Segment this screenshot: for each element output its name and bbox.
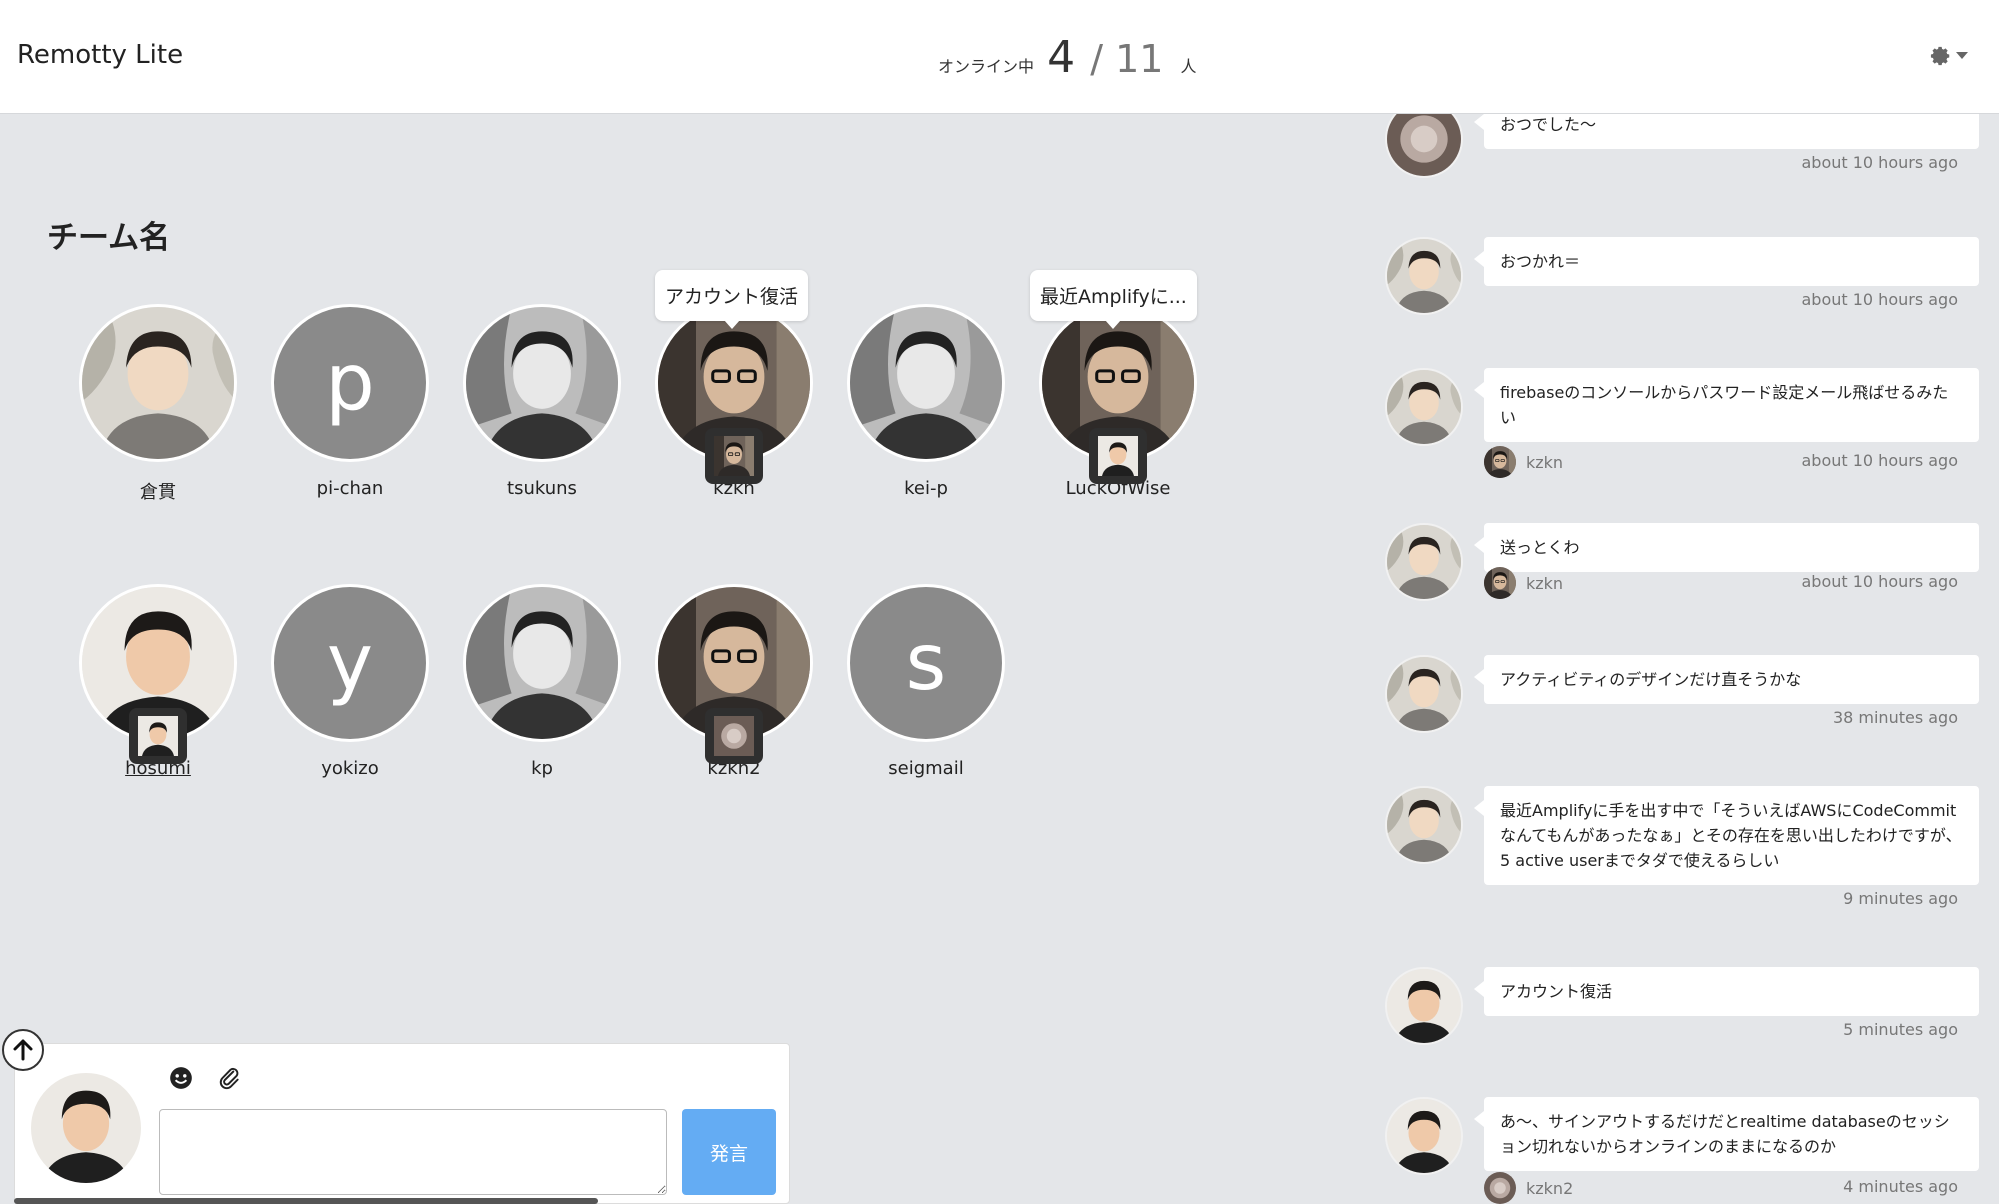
scroll-up-button[interactable] [2, 1029, 44, 1071]
message-composer: 発言 [14, 1043, 790, 1204]
message-meta: 38 minutes ago [1484, 703, 1958, 733]
avatar[interactable] [1385, 1097, 1463, 1175]
webcam-thumbnail [1089, 428, 1147, 484]
avatar[interactable] [1385, 786, 1463, 864]
avatar[interactable] [1385, 114, 1463, 178]
member-name: 倉貫 [140, 482, 176, 503]
member-name: kp [531, 758, 553, 779]
member-card[interactable]: kp [457, 584, 627, 779]
team-name: チーム名 [47, 220, 171, 256]
avatar[interactable] [1385, 368, 1463, 446]
member-card[interactable]: tsukuns [457, 304, 627, 499]
message-text: あ〜、サインアウトするだけだとrealtime databaseのセッション切れ… [1474, 1097, 1979, 1171]
message-meta: about 10 hours ago [1484, 148, 1958, 178]
avatar[interactable]: y [271, 584, 429, 742]
member-total: / 11 [1090, 37, 1164, 81]
member-card[interactable]: kei-p [841, 304, 1011, 499]
message-input[interactable] [159, 1109, 667, 1195]
activity-feed[interactable]: おつでした〜 about 10 hours ago おつかれ＝ about 10… [1380, 114, 1980, 1204]
member-card[interactable]: y yokizo [265, 584, 435, 779]
timestamp: about 10 hours ago [1801, 451, 1958, 470]
member-name: tsukuns [507, 478, 577, 499]
settings-menu-button[interactable] [1930, 42, 1976, 70]
send-button[interactable]: 発言 [682, 1109, 776, 1195]
message-text: おつかれ＝ [1474, 237, 1979, 286]
online-label: オンライン中 [938, 57, 1035, 76]
reply-user[interactable]: kzkn2 [1484, 1172, 1573, 1204]
reply-user-name: kzkn2 [1526, 1178, 1574, 1198]
avatar[interactable] [1385, 237, 1463, 315]
horizontal-scrollbar[interactable] [14, 1198, 598, 1204]
avatar [1484, 446, 1516, 478]
reply-user-name: kzkn [1526, 573, 1564, 593]
message-text: 最近Amplifyに手を出す中で「そういえばAWSにCodeCommitなんても… [1474, 786, 1979, 885]
member-card[interactable]: LuckOfWise [1033, 304, 1203, 499]
message-text: おつでした〜 [1474, 114, 1979, 149]
avatar[interactable]: s [847, 584, 1005, 742]
webcam-thumbnail [705, 708, 763, 764]
member-card[interactable]: p pi-chan [265, 304, 435, 499]
my-avatar [31, 1073, 141, 1183]
member-name: seigmail [888, 758, 964, 779]
webcam-thumbnail [705, 428, 763, 484]
avatar[interactable] [1385, 655, 1463, 733]
reply-user[interactable]: kzkn [1484, 567, 1563, 599]
online-counter: オンライン中 4 / 11 人 [938, 32, 1197, 83]
app-title[interactable]: Remotty Lite [17, 40, 183, 70]
avatar[interactable] [1385, 523, 1463, 601]
avatar[interactable] [1385, 967, 1463, 1045]
member-card[interactable]: kzkn2 [649, 584, 819, 779]
member-card[interactable]: 倉貫 [73, 304, 243, 504]
avatar[interactable] [463, 584, 621, 742]
avatar[interactable] [847, 304, 1005, 462]
timestamp: 5 minutes ago [1843, 1020, 1958, 1039]
message-text: firebaseのコンソールからパスワード設定メール飛ばせるみたい [1474, 368, 1979, 442]
gear-icon [1930, 45, 1952, 67]
message-text: アカウント復活 [1474, 967, 1979, 1016]
timestamp: 4 minutes ago [1843, 1177, 1958, 1196]
smiley-icon[interactable] [168, 1065, 194, 1091]
status-bubble: アカウント復活 [655, 270, 809, 329]
member-card[interactable]: hosumi [73, 584, 243, 779]
status-bubble: 最近Amplifyに... [1030, 270, 1197, 329]
timestamp: about 10 hours ago [1801, 572, 1958, 591]
avatar [1484, 1172, 1516, 1204]
avatar[interactable]: p [271, 304, 429, 462]
avatar[interactable] [79, 304, 237, 462]
message-meta: kzkn2 4 minutes ago [1484, 1172, 1958, 1202]
message-meta: kzkn about 10 hours ago [1484, 567, 1958, 597]
avatar[interactable] [463, 304, 621, 462]
message-meta: kzkn about 10 hours ago [1484, 446, 1958, 476]
online-count: 4 [1047, 32, 1076, 83]
member-name: pi-chan [316, 478, 384, 499]
avatar [1484, 567, 1516, 599]
message-text: 送っとくわ [1474, 523, 1979, 572]
webcam-thumbnail [129, 708, 187, 764]
member-unit: 人 [1180, 57, 1197, 76]
caret-down-icon [1956, 52, 1968, 60]
timestamp: 9 minutes ago [1843, 889, 1958, 908]
member-card[interactable]: kzkn [649, 304, 819, 499]
message-meta: about 10 hours ago [1484, 285, 1958, 315]
message-text: アクティビティのデザインだけ直そうかな [1474, 655, 1979, 704]
member-name: yokizo [321, 758, 379, 779]
arrow-up-icon [11, 1038, 35, 1062]
member-card[interactable]: s seigmail [841, 584, 1011, 779]
message-meta: 5 minutes ago [1484, 1015, 1958, 1045]
reply-user-name: kzkn [1526, 452, 1564, 472]
member-name: kei-p [904, 478, 948, 499]
reply-user[interactable]: kzkn [1484, 446, 1563, 478]
message-meta: 9 minutes ago [1484, 884, 1958, 914]
timestamp: about 10 hours ago [1801, 290, 1958, 309]
timestamp: about 10 hours ago [1801, 153, 1958, 172]
timestamp: 38 minutes ago [1832, 708, 1958, 727]
app-header: Remotty Lite オンライン中 4 / 11 人 [0, 0, 1999, 114]
paperclip-icon[interactable] [216, 1065, 242, 1091]
